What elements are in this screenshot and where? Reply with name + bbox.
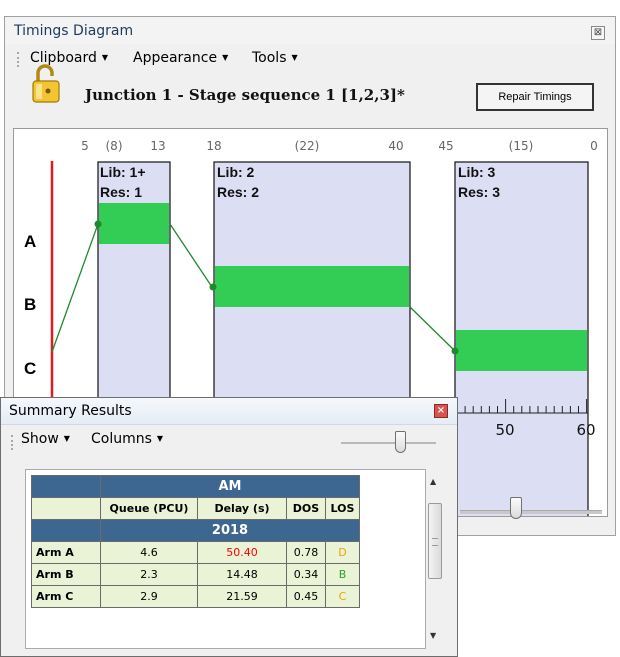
table-corner-cell (31, 519, 101, 542)
scrollbar-thumb[interactable] (428, 503, 442, 579)
interstage-line (169, 223, 213, 288)
arm-label: Arm A (31, 541, 101, 564)
top-number: 13 (150, 139, 165, 153)
interstage-line (409, 306, 456, 352)
top-number: (15) (509, 139, 534, 153)
los-value: C (325, 585, 360, 608)
stage-start-dot (451, 347, 459, 355)
top-number: 0 (590, 139, 598, 153)
summary-titlebar[interactable]: Summary Results × (1, 398, 457, 425)
chevron-down-icon: ▼ (291, 53, 298, 62)
stage-sequence-title: Junction 1 - Stage sequence 1 [1,2,3]* (85, 86, 405, 104)
interstage-line (51, 223, 99, 353)
top-number: 5 (81, 139, 89, 153)
summary-vertical-scrollbar[interactable]: ▲ ▼ (426, 473, 444, 645)
stage-2-green-bar (215, 266, 409, 307)
appearance-menu[interactable]: Appearance ▼ (133, 50, 228, 66)
dos-value: 0.34 (286, 563, 326, 586)
show-menu-label: Show (21, 431, 59, 447)
table-corner-cell (31, 497, 101, 520)
timings-zoom-slider-thumb[interactable] (510, 497, 522, 519)
timings-titlebar[interactable]: Timings Diagram ⊠ (5, 17, 615, 44)
queue-value: 4.6 (100, 541, 198, 564)
scroll-down-icon[interactable]: ▼ (430, 631, 436, 640)
los-value: D (325, 541, 360, 564)
dos-value: 0.45 (286, 585, 326, 608)
chevron-down-icon: ▼ (101, 53, 109, 62)
delay-value: 21.59 (197, 585, 287, 608)
column-header-queue[interactable]: Queue (PCU) (100, 497, 198, 520)
table-row[interactable]: Arm A 4.6 50.40 0.78 D (31, 541, 360, 564)
stage-start-dot (209, 283, 217, 291)
chevron-down-icon: ▼ (222, 53, 229, 62)
stage-3-res-label: Res: 3 (458, 184, 500, 200)
column-header-los[interactable]: LOS (325, 497, 360, 520)
tools-menu[interactable]: Tools ▼ (252, 50, 298, 66)
summary-zoom-slider-track[interactable] (341, 442, 436, 444)
queue-value: 2.3 (100, 563, 198, 586)
summary-zoom-slider-thumb[interactable] (395, 431, 406, 453)
queue-value: 2.9 (100, 585, 198, 608)
summary-results-window: Summary Results × Show ▼ Columns ▼ AM Queu… (0, 397, 458, 657)
top-number: 45 (438, 139, 453, 153)
results-table: AM Queue (PCU) Delay (s) DOS LOS 2018 Ar… (31, 475, 360, 608)
stage-2-res-label: Res: 2 (217, 184, 259, 200)
stage-3-lib-label: Lib: 3 (458, 164, 496, 180)
top-number: 18 (206, 139, 221, 153)
toolbar-grip[interactable] (17, 52, 21, 67)
timings-zoom-slider-track[interactable] (460, 510, 602, 514)
table-row[interactable]: Arm B 2.3 14.48 0.34 B (31, 563, 360, 586)
delay-value: 14.48 (197, 563, 287, 586)
chevron-down-icon: ▼ (63, 434, 70, 443)
top-number: 40 (388, 139, 403, 153)
stage-1-green-bar (99, 203, 169, 244)
results-table-panel: AM Queue (PCU) Delay (s) DOS LOS 2018 Ar… (25, 469, 426, 649)
timings-close-icon[interactable]: ⊠ (591, 26, 605, 40)
arm-label: Arm B (31, 563, 101, 586)
row-label-c: C (24, 359, 36, 378)
top-number: (22) (295, 139, 320, 153)
arm-label: Arm C (31, 585, 101, 608)
stage-1-lib-label: Lib: 1+ (100, 164, 146, 180)
timings-toolbar: Clipboard ▼ Appearance ▼ Tools ▼ (5, 45, 615, 73)
stage-2-lib-label: Lib: 2 (217, 164, 255, 180)
column-header-delay[interactable]: Delay (s) (197, 497, 287, 520)
period-header: AM (100, 475, 360, 498)
unlocked-padlock-icon[interactable] (30, 64, 62, 104)
year-header: 2018 (100, 519, 360, 542)
summary-title: Summary Results (9, 403, 132, 419)
summary-close-icon[interactable]: × (434, 404, 448, 418)
table-row[interactable]: Arm C 2.9 21.59 0.45 C (31, 585, 360, 608)
stage-start-dot (94, 220, 102, 228)
los-value: B (325, 563, 360, 586)
column-header-dos[interactable]: DOS (286, 497, 326, 520)
columns-menu[interactable]: Columns ▼ (91, 431, 163, 447)
stage-1-res-label: Res: 1 (100, 184, 142, 200)
toolbar-grip[interactable] (11, 435, 15, 450)
scroll-up-icon[interactable]: ▲ (430, 477, 436, 486)
row-label-a: A (24, 232, 36, 251)
show-menu[interactable]: Show ▼ (21, 431, 70, 447)
top-number: (8) (106, 139, 123, 153)
chevron-down-icon: ▼ (156, 434, 164, 443)
columns-menu-label: Columns (91, 431, 152, 447)
stage-3-green-bar (456, 330, 587, 371)
delay-value: 50.40 (197, 541, 287, 564)
timings-title: Timings Diagram (14, 23, 134, 39)
dos-value: 0.78 (286, 541, 326, 564)
table-corner-cell (31, 475, 101, 498)
scale-label-50: 50 (495, 421, 514, 439)
row-label-b: B (24, 295, 36, 314)
tools-menu-label: Tools (252, 50, 287, 66)
appearance-menu-label: Appearance (133, 50, 218, 66)
scale-label-60: 60 (576, 421, 595, 439)
repair-timings-button[interactable]: Repair Timings (476, 83, 594, 111)
